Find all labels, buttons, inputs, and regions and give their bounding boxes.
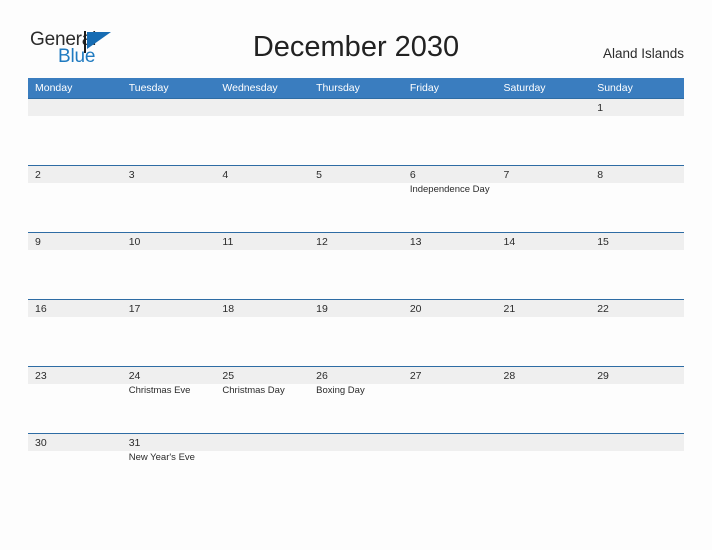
day-number: 13 — [409, 236, 422, 248]
weekday-header-thursday: Thursday — [316, 82, 360, 94]
day-cell[interactable]: 27 — [403, 367, 497, 434]
day-number: 5 — [316, 169, 322, 181]
day-cell[interactable] — [215, 434, 309, 501]
day-cell[interactable] — [28, 99, 122, 166]
day-number: 19 — [316, 303, 328, 315]
day-number: 2 — [35, 169, 41, 181]
day-cell[interactable]: 24 Christmas Eve — [122, 367, 216, 434]
day-cell[interactable]: 30 — [28, 434, 122, 501]
day-cell[interactable]: 28 — [497, 367, 591, 434]
calendar-grid: Monday Tuesday Wednesday Thursday Friday… — [28, 78, 684, 500]
day-number: 31 — [128, 437, 141, 449]
day-cell[interactable]: 20 — [403, 300, 497, 367]
day-number: 15 — [597, 236, 609, 248]
day-number: 25 — [222, 370, 235, 382]
day-cell[interactable]: 17 — [122, 300, 216, 367]
day-cell[interactable]: 3 — [122, 166, 216, 233]
day-cell[interactable] — [497, 434, 591, 501]
weekday-header-sunday: Sunday — [597, 82, 633, 94]
day-number: 6 — [409, 169, 416, 181]
week-row: 23 24 Christmas Eve 25 Christmas Day 26 … — [28, 366, 684, 433]
day-cell[interactable]: 12 — [309, 233, 403, 300]
day-cell[interactable] — [122, 99, 216, 166]
day-cell[interactable]: 8 — [590, 166, 684, 233]
day-number: 1 — [597, 102, 604, 114]
day-cell[interactable]: 19 — [309, 300, 403, 367]
day-cell[interactable]: 4 — [215, 166, 309, 233]
day-cell[interactable]: 6 Independence Day — [403, 166, 497, 233]
day-cell[interactable]: 5 — [309, 166, 403, 233]
day-cell[interactable]: 7 — [497, 166, 591, 233]
day-cell[interactable]: 18 — [215, 300, 309, 367]
day-cell[interactable]: 22 — [590, 300, 684, 367]
day-number: 20 — [409, 303, 422, 315]
week-row: 2 3 4 5 6 Independence Day 7 8 — [28, 165, 684, 232]
day-cell[interactable]: 26 Boxing Day — [309, 367, 403, 434]
week-row: 30 31 New Year's Eve — [28, 433, 684, 500]
day-number: 27 — [409, 370, 422, 382]
day-number: 30 — [35, 437, 47, 449]
day-number: 11 — [222, 236, 234, 248]
day-cell[interactable]: 21 — [497, 300, 591, 367]
day-cell[interactable]: 15 — [590, 233, 684, 300]
day-cell[interactable]: 31 New Year's Eve — [122, 434, 216, 501]
day-cell[interactable]: 11 — [215, 233, 309, 300]
day-number: 10 — [128, 236, 141, 248]
day-cell[interactable]: 29 — [590, 367, 684, 434]
day-cell[interactable]: 2 — [28, 166, 122, 233]
day-cell[interactable] — [590, 434, 684, 501]
day-number: 24 — [128, 370, 141, 382]
day-cell[interactable] — [309, 434, 403, 501]
day-cell[interactable]: 14 — [497, 233, 591, 300]
day-number: 29 — [597, 370, 609, 382]
page-header: General Blue December 2030 Aland Islands — [0, 0, 712, 76]
day-cell[interactable]: 9 — [28, 233, 122, 300]
weekday-header-monday: Monday — [35, 82, 73, 94]
day-cell[interactable]: 25 Christmas Day — [215, 367, 309, 434]
week-row: 16 17 18 19 20 21 22 — [28, 299, 684, 366]
day-number: 23 — [35, 370, 47, 382]
day-number: 22 — [597, 303, 609, 315]
weekday-header-saturday: Saturday — [503, 82, 546, 94]
day-number: 3 — [128, 169, 135, 181]
weekday-header-friday: Friday — [409, 82, 439, 94]
day-cell[interactable]: 16 — [28, 300, 122, 367]
location-label: Aland Islands — [602, 46, 684, 61]
day-cell[interactable] — [497, 99, 591, 166]
day-number: 17 — [128, 303, 141, 315]
day-cell[interactable]: 23 — [28, 367, 122, 434]
day-number: 14 — [503, 236, 516, 248]
day-cell[interactable]: 10 — [122, 233, 216, 300]
weekday-header-tuesday: Tuesday — [128, 82, 169, 94]
day-number: 21 — [503, 303, 516, 315]
day-number: 18 — [222, 303, 235, 315]
day-cell[interactable] — [403, 434, 497, 501]
day-number: 4 — [222, 169, 229, 181]
day-number: 26 — [316, 370, 328, 382]
day-number: 12 — [316, 236, 328, 248]
weekday-header-row: Monday Tuesday Wednesday Thursday Friday… — [28, 78, 684, 98]
day-number: 8 — [597, 169, 604, 181]
day-cell[interactable] — [309, 99, 403, 166]
day-cell[interactable] — [215, 99, 309, 166]
week-row: 9 10 11 12 13 14 15 — [28, 232, 684, 299]
day-number: 7 — [503, 169, 510, 181]
week-row: 1 — [28, 98, 684, 165]
day-number: 28 — [503, 370, 516, 382]
weekday-header-wednesday: Wednesday — [222, 82, 278, 94]
day-number: 16 — [35, 303, 47, 315]
day-cell[interactable]: 13 — [403, 233, 497, 300]
day-cell[interactable] — [403, 99, 497, 166]
day-number: 9 — [35, 236, 41, 248]
day-cell[interactable]: 1 — [590, 99, 684, 166]
